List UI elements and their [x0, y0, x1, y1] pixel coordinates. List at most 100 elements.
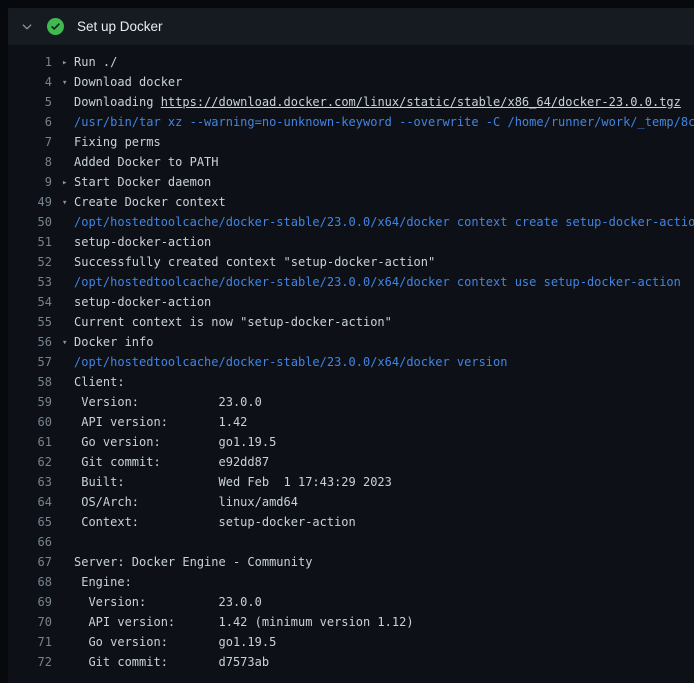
- log-text: Download docker: [74, 75, 182, 89]
- collapse-arrow-icon[interactable]: ▾: [62, 73, 74, 92]
- log-line-row: 50/opt/hostedtoolcache/docker-stable/23.…: [8, 212, 694, 232]
- log-group-row[interactable]: 56 ▾Docker info: [8, 332, 694, 352]
- line-number[interactable]: 58: [8, 372, 52, 392]
- line-content: ▾Download docker: [52, 72, 694, 92]
- log-text: Go version: go1.19.5: [74, 435, 276, 449]
- line-number[interactable]: 57: [8, 352, 52, 372]
- collapse-arrow-icon[interactable]: ▾: [62, 333, 74, 352]
- step-header[interactable]: Set up Docker: [8, 8, 694, 45]
- log-text: Create Docker context: [74, 195, 226, 209]
- log-text: Version: 23.0.0: [74, 395, 262, 409]
- line-content: setup-docker-action: [52, 232, 694, 252]
- log-command-text: /opt/hostedtoolcache/docker-stable/23.0.…: [74, 215, 694, 229]
- log-text: Go version: go1.19.5: [74, 635, 276, 649]
- actions-log-viewer: Set up Docker 1▸Run ./4▾Download docker5…: [0, 0, 694, 683]
- collapse-arrow-icon[interactable]: ▾: [62, 193, 74, 212]
- line-content: Context: setup-docker-action: [52, 512, 694, 532]
- line-content: Git commit: d7573ab: [52, 652, 694, 672]
- log-text: API version: 1.42 (minimum version 1.12): [74, 615, 414, 629]
- log-text: Downloading: [74, 95, 161, 109]
- line-number[interactable]: 66: [8, 532, 52, 552]
- log-lines: 1▸Run ./4▾Download docker5Downloading ht…: [8, 45, 694, 683]
- log-group-row[interactable]: 4▾Download docker: [8, 72, 694, 92]
- line-content: Version: 23.0.0: [52, 592, 694, 612]
- line-content: Go version: go1.19.5: [52, 632, 694, 652]
- line-content: API version: 1.42: [52, 412, 694, 432]
- log-line-row: 60 API version: 1.42: [8, 412, 694, 432]
- log-text: Docker info: [74, 335, 153, 349]
- log-link[interactable]: https://download.docker.com/linux/static…: [161, 95, 681, 109]
- line-number[interactable]: 5: [8, 92, 52, 112]
- line-number[interactable]: 69: [8, 592, 52, 612]
- line-number[interactable]: 4: [8, 72, 52, 92]
- line-number[interactable]: 67: [8, 552, 52, 572]
- log-line-row: 67Server: Docker Engine - Community: [8, 552, 694, 572]
- line-number[interactable]: 53: [8, 272, 52, 292]
- log-command-text: /opt/hostedtoolcache/docker-stable/23.0.…: [74, 275, 681, 289]
- expand-arrow-icon[interactable]: ▸: [62, 173, 74, 192]
- line-number[interactable]: 54: [8, 292, 52, 312]
- line-number[interactable]: 55: [8, 312, 52, 332]
- log-line-row: 70 API version: 1.42 (minimum version 1.…: [8, 612, 694, 632]
- log-text: setup-docker-action: [74, 295, 211, 309]
- log-group-row[interactable]: 9▸Start Docker daemon: [8, 172, 694, 192]
- line-number[interactable]: 49: [8, 192, 52, 212]
- log-command-text: /opt/hostedtoolcache/docker-stable/23.0.…: [74, 355, 507, 369]
- line-content: Engine:: [52, 572, 694, 592]
- log-text: Version: 23.0.0: [74, 595, 262, 609]
- line-content: setup-docker-action: [52, 292, 694, 312]
- line-number[interactable]: 68: [8, 572, 52, 592]
- log-line-row: 52Successfully created context "setup-do…: [8, 252, 694, 272]
- line-number[interactable]: 9: [8, 172, 52, 192]
- line-number[interactable]: 64: [8, 492, 52, 512]
- log-line-row: 55 Current context is now "setup-docker-a…: [8, 312, 694, 332]
- log-line-row: 51 setup-docker-action: [8, 232, 694, 252]
- line-number[interactable]: 8: [8, 152, 52, 172]
- line-number[interactable]: 70: [8, 612, 52, 632]
- line-content: /opt/hostedtoolcache/docker-stable/23.0.…: [52, 272, 694, 292]
- step-title: Set up Docker: [77, 19, 163, 34]
- chevron-down-icon[interactable]: [20, 20, 34, 34]
- line-number[interactable]: 71: [8, 632, 52, 652]
- check-circle-icon: [47, 18, 64, 35]
- line-content: ▾Create Docker context: [52, 192, 694, 212]
- log-text: setup-docker-action: [74, 235, 211, 249]
- line-content: OS/Arch: linux/amd64: [52, 492, 694, 512]
- line-content: ▸Start Docker daemon: [52, 172, 694, 192]
- line-number[interactable]: 52: [8, 252, 52, 272]
- line-content: Built: Wed Feb 1 17:43:29 2023: [52, 472, 694, 492]
- line-number[interactable]: 59: [8, 392, 52, 412]
- line-number[interactable]: 62: [8, 452, 52, 472]
- line-number[interactable]: 1: [8, 52, 52, 72]
- line-number[interactable]: 61: [8, 432, 52, 452]
- log-text: Current context is now "setup-docker-act…: [74, 315, 392, 329]
- line-content: Downloading https://download.docker.com/…: [52, 92, 694, 112]
- line-number[interactable]: 51: [8, 232, 52, 252]
- log-line-row: 71 Go version: go1.19.5: [8, 632, 694, 652]
- log-text: API version: 1.42: [74, 415, 247, 429]
- line-number[interactable]: 56: [8, 332, 52, 352]
- log-line-row: 69 Version: 23.0.0: [8, 592, 694, 612]
- log-line-row: 5Downloading https://download.docker.com…: [8, 92, 694, 112]
- line-content: Fixing perms: [52, 132, 694, 152]
- line-number[interactable]: 50: [8, 212, 52, 232]
- line-number[interactable]: 65: [8, 512, 52, 532]
- expand-arrow-icon[interactable]: ▸: [62, 53, 74, 72]
- log-line-row: 61 Go version: go1.19.5: [8, 432, 694, 452]
- line-number[interactable]: 60: [8, 412, 52, 432]
- line-number[interactable]: 7: [8, 132, 52, 152]
- log-group-row[interactable]: 1▸Run ./: [8, 52, 694, 72]
- log-group-row[interactable]: 49▾Create Docker context: [8, 192, 694, 212]
- log-line-row: 54 setup-docker-action: [8, 292, 694, 312]
- log-text: Added Docker to PATH: [74, 155, 219, 169]
- line-content: Client:: [52, 372, 694, 392]
- line-content: Server: Docker Engine - Community: [52, 552, 694, 572]
- line-content: /opt/hostedtoolcache/docker-stable/23.0.…: [52, 352, 694, 372]
- line-number[interactable]: 63: [8, 472, 52, 492]
- line-number[interactable]: 6: [8, 112, 52, 132]
- log-line-row: 64 OS/Arch: linux/amd64: [8, 492, 694, 512]
- log-text: Fixing perms: [74, 135, 161, 149]
- log-text: Start Docker daemon: [74, 175, 211, 189]
- line-number[interactable]: 72: [8, 652, 52, 672]
- line-content: Go version: go1.19.5: [52, 432, 694, 452]
